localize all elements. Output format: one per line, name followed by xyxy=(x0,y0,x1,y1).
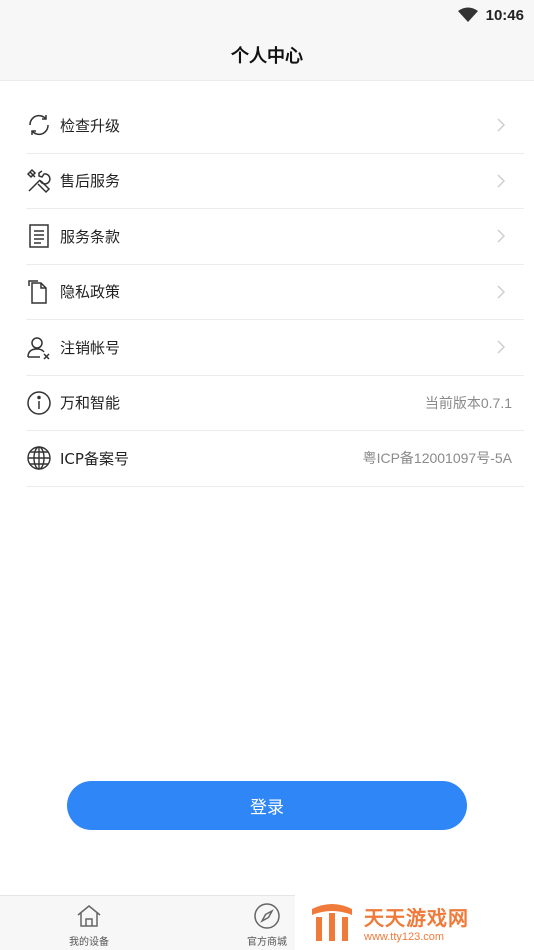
globe-icon xyxy=(26,445,52,471)
tab-my-devices[interactable]: 我的设备 xyxy=(59,902,119,948)
home-icon xyxy=(77,905,101,927)
wifi-icon xyxy=(457,7,478,22)
menu-item-label: 隐私政策 xyxy=(60,283,121,302)
document-icon xyxy=(26,223,52,249)
refresh-icon xyxy=(26,112,52,138)
menu-item-label: 服务条款 xyxy=(60,227,121,246)
page-header: 个人中心 xyxy=(0,30,534,81)
file-icon xyxy=(26,279,52,305)
menu-item-after-sales[interactable]: 售后服务 xyxy=(26,154,524,209)
tab-label: 我的设备 xyxy=(69,937,109,948)
watermark-logo xyxy=(312,904,352,941)
menu-item-about[interactable]: 万和智能 当前版本0.7.1 xyxy=(26,376,524,431)
settings-menu: 检查升级 售后服务 服务条款 隐私政策 注销帐号 万和智能 当前版本0.7.1 … xyxy=(26,98,524,487)
status-time: 10:46 xyxy=(485,6,524,24)
watermark-url: www.tty123.com xyxy=(364,930,445,943)
menu-item-privacy-policy[interactable]: 隐私政策 xyxy=(26,265,524,320)
tab-official-store[interactable]: 官方商城 xyxy=(237,902,297,948)
tools-icon xyxy=(26,168,52,194)
menu-item-label: ICP备案号 xyxy=(60,449,129,468)
chevron-right-icon xyxy=(497,174,506,188)
menu-item-label: 万和智能 xyxy=(60,394,121,413)
menu-item-check-update[interactable]: 检查升级 xyxy=(26,98,524,154)
watermark-title: 天天游戏网 xyxy=(364,905,469,930)
chevron-right-icon xyxy=(497,229,506,243)
chevron-right-icon xyxy=(497,285,506,299)
menu-item-icp[interactable]: ICP备案号 粤ICP备12001097号-5A xyxy=(26,431,524,487)
tab-label: 官方商城 xyxy=(247,937,287,948)
chevron-right-icon xyxy=(497,118,506,132)
menu-item-label: 注销帐号 xyxy=(60,338,121,357)
status-bar: 10:46 xyxy=(0,0,534,30)
menu-item-service-terms[interactable]: 服务条款 xyxy=(26,209,524,265)
icp-value: 粤ICP备12001097号-5A xyxy=(362,450,512,467)
page-title: 个人中心 xyxy=(231,46,303,67)
watermark: 天天游戏网 www.tty123.com xyxy=(308,895,534,949)
user-remove-icon xyxy=(26,334,52,360)
menu-item-label: 售后服务 xyxy=(60,172,121,191)
compass-icon xyxy=(254,903,280,929)
bottom-tab-bar: 我的设备 官方商城 xyxy=(0,895,295,950)
menu-item-cancel-account[interactable]: 注销帐号 xyxy=(26,320,524,376)
chevron-right-icon xyxy=(497,340,506,354)
info-icon xyxy=(26,390,52,416)
version-value: 当前版本0.7.1 xyxy=(424,394,512,411)
login-button[interactable]: 登录 xyxy=(67,781,467,830)
menu-item-label: 检查升级 xyxy=(60,116,121,135)
